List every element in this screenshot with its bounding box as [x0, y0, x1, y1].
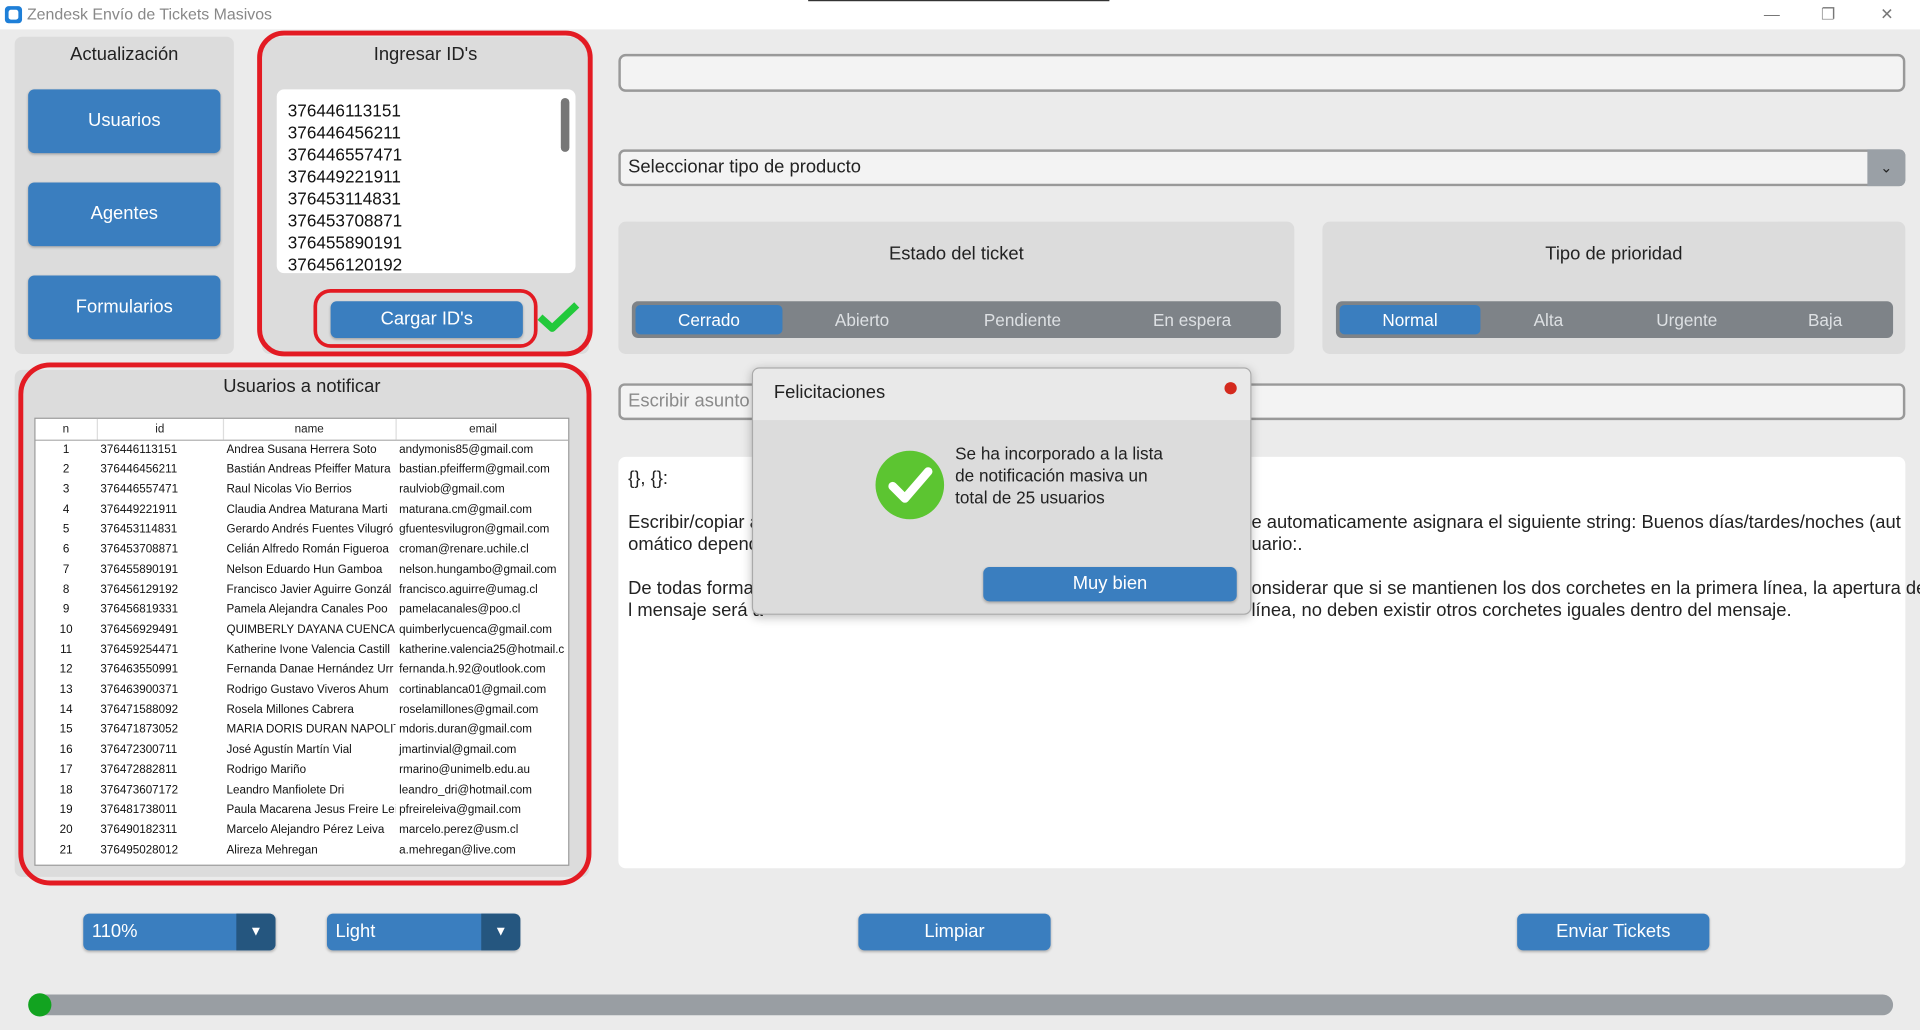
- restore-icon[interactable]: ❐: [1810, 2, 1847, 26]
- message-p3-left: De todas forma: [628, 578, 754, 599]
- highlight-load-button: [313, 289, 538, 348]
- taskbar-indicator: [808, 0, 1110, 2]
- dialog-close-dot[interactable]: [1224, 382, 1237, 395]
- forms-update-button[interactable]: Formularios: [28, 275, 221, 340]
- message-line-1: {}, {}:: [628, 467, 669, 489]
- theme-chevron-down-icon[interactable]: ▼: [481, 913, 521, 951]
- agents-update-button[interactable]: Agentes: [28, 182, 221, 247]
- minimize-icon[interactable]: —: [1753, 2, 1790, 26]
- message-p3-left-2: l mensaje será a: [628, 600, 763, 621]
- state-option-pendiente[interactable]: Pendiente: [942, 305, 1104, 334]
- title-bar: [0, 0, 1920, 30]
- update-panel-title: Actualización: [70, 44, 179, 65]
- priority-option-urgente[interactable]: Urgente: [1616, 305, 1757, 334]
- progress-handle[interactable]: [28, 993, 52, 1017]
- product-type-select[interactable]: Seleccionar tipo de producto: [618, 149, 1906, 187]
- message-p2-right-2: uario:.: [1251, 533, 1303, 555]
- priority-title: Tipo de prioridad: [1545, 243, 1683, 265]
- subject-placeholder: Escribir asunto d: [628, 390, 765, 412]
- highlight-users-panel: [18, 362, 592, 886]
- ticket-state-title: Estado del ticket: [888, 243, 1024, 265]
- dialog-ok-button[interactable]: Muy bien: [983, 567, 1237, 602]
- ticket-state-segmented: Cerrado Abierto Pendiente En espera: [631, 301, 1281, 339]
- dialog-title: Felicitaciones: [773, 382, 886, 403]
- message-p3-right-2: línea, no deben existir otros corchetes …: [1251, 600, 1792, 621]
- window-title: Zendesk Envío de Tickets Masivos: [26, 4, 273, 24]
- success-dialog: Felicitaciones Se ha incorporado a la li…: [751, 367, 1252, 615]
- progress-bar: [29, 994, 1894, 1016]
- chevron-down-icon[interactable]: ⌄: [1867, 149, 1906, 187]
- priority-segmented: Normal Alta Urgente Baja: [1335, 301, 1894, 339]
- zoom-value: 110%: [91, 920, 138, 942]
- message-p2-right: e automaticamente asignara el siguiente …: [1251, 511, 1901, 533]
- product-type-value: Seleccionar tipo de producto: [628, 156, 861, 178]
- top-input[interactable]: [618, 53, 1906, 92]
- message-p2-left: Escribir/copiar a: [628, 511, 760, 533]
- app-icon: [4, 6, 23, 24]
- send-tickets-button[interactable]: Enviar Tickets: [1517, 913, 1710, 951]
- close-icon[interactable]: ✕: [1869, 2, 1906, 26]
- priority-option-baja[interactable]: Baja: [1761, 305, 1890, 334]
- state-option-cerrado[interactable]: Cerrado: [635, 304, 783, 335]
- clear-button[interactable]: Limpiar: [858, 913, 1051, 951]
- dialog-message: Se ha incorporado a la lista de notifica…: [955, 443, 1163, 508]
- state-option-en-espera[interactable]: En espera: [1107, 305, 1277, 334]
- message-p3-right: onsiderar que si se mantienen los dos co…: [1251, 578, 1920, 599]
- users-update-button[interactable]: Usuarios: [28, 89, 221, 154]
- state-option-abierto[interactable]: Abierto: [786, 305, 938, 334]
- zoom-chevron-down-icon[interactable]: ▼: [236, 913, 276, 951]
- priority-option-normal[interactable]: Normal: [1339, 304, 1481, 335]
- check-circle-icon: [875, 450, 945, 520]
- priority-option-alta[interactable]: Alta: [1484, 305, 1613, 334]
- theme-value: Light: [335, 920, 376, 942]
- message-p2-left-2: omático depend: [628, 533, 759, 555]
